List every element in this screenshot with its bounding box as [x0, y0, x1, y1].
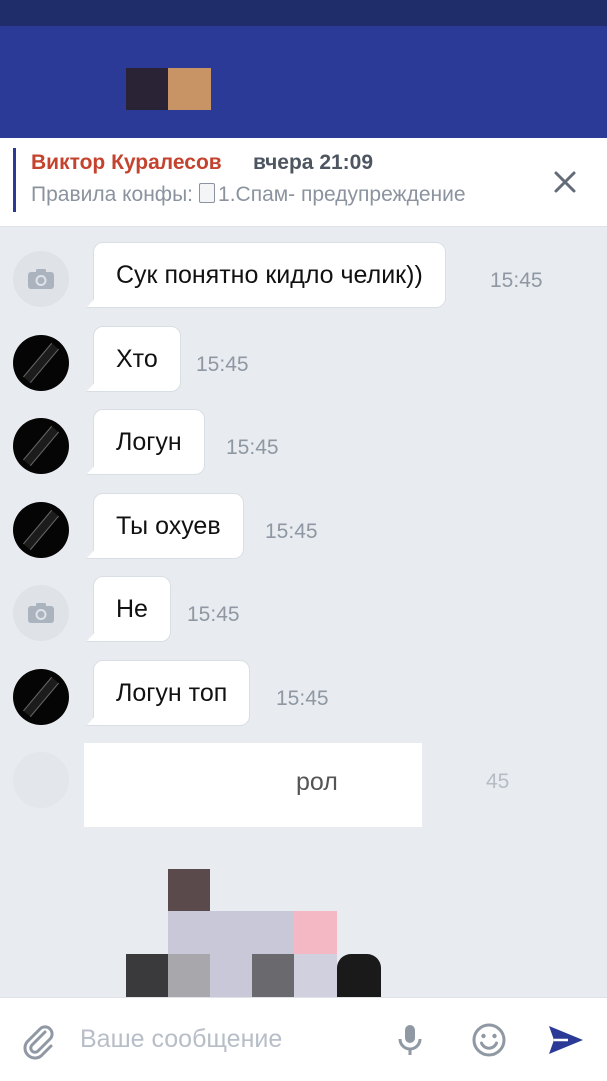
message-row: Сук понятно кидло челик)) 15:45: [0, 242, 607, 322]
camera-icon: [28, 603, 54, 623]
message-bubble[interactable]: Логун топ: [86, 660, 251, 726]
avatar[interactable]: [13, 418, 69, 474]
pinned-author[interactable]: Виктор Куралесов: [31, 151, 222, 175]
message-text: Логун топ: [116, 679, 228, 707]
avatar[interactable]: [13, 669, 69, 725]
message-row: Ты охуев 15:45: [0, 493, 607, 573]
censored-message-bubble[interactable]: [84, 743, 422, 827]
message-input[interactable]: Ваше сообщение: [80, 1025, 282, 1054]
close-icon[interactable]: [548, 165, 582, 199]
avatar[interactable]: [13, 752, 69, 808]
message-time: 15:45: [187, 603, 240, 626]
camera-icon: [28, 269, 54, 289]
message-time: 15:45: [276, 687, 329, 710]
message-row: Не 15:45: [0, 576, 607, 656]
message-row: Хто 15:45: [0, 326, 607, 406]
message-row: Логун 15:45: [0, 409, 607, 489]
microphone-icon[interactable]: [390, 1020, 430, 1060]
pinned-message[interactable]: Виктор Куралесов вчера 21:09 Правила кон…: [0, 138, 607, 227]
status-bar: [0, 0, 607, 26]
avatar[interactable]: [13, 335, 69, 391]
message-text: рол: [296, 768, 338, 796]
message-bubble[interactable]: Логун: [86, 409, 205, 475]
pinned-time: вчера 21:09: [253, 151, 374, 174]
message-text: Ты охуев: [116, 512, 221, 540]
pinned-prefix: Правила конфы:: [31, 183, 194, 206]
message-bubble[interactable]: Ты охуев: [86, 493, 244, 559]
message-text: Сук понятно кидло челик)): [116, 261, 423, 289]
message-time: 15:45: [265, 520, 318, 543]
message-bubble[interactable]: Хто: [86, 326, 181, 392]
message-time: 45: [486, 770, 510, 793]
pinned-accent-bar: [13, 148, 16, 212]
avatar[interactable]: [13, 502, 69, 558]
pinned-doc-text: 1.Спам- предупреждение: [218, 183, 466, 206]
message-time: 15:45: [490, 269, 543, 292]
avatar[interactable]: [13, 585, 69, 641]
message-text: Логун: [116, 428, 182, 456]
message-row: Логун топ 15:45: [0, 660, 607, 740]
message-time: 15:45: [196, 353, 249, 376]
message-bubble[interactable]: Не: [86, 576, 171, 642]
message-time: 15:45: [226, 436, 279, 459]
pinned-text: Правила конфы: 1.Спам- предупреждение: [31, 183, 519, 207]
avatar[interactable]: [13, 251, 69, 307]
message-text: Хто: [116, 345, 158, 373]
chat-avatar[interactable]: [126, 68, 211, 110]
message-text: Не: [116, 595, 148, 623]
document-icon: [199, 183, 216, 203]
emoji-icon[interactable]: [469, 1020, 509, 1060]
message-row: рол 45: [0, 743, 607, 833]
message-composer: Ваше сообщение: [0, 997, 607, 1081]
message-bubble[interactable]: Сук понятно кидло челик)): [86, 242, 446, 308]
chat-header: [0, 26, 607, 138]
paperclip-icon[interactable]: [18, 1020, 58, 1060]
send-icon[interactable]: [546, 1020, 586, 1060]
